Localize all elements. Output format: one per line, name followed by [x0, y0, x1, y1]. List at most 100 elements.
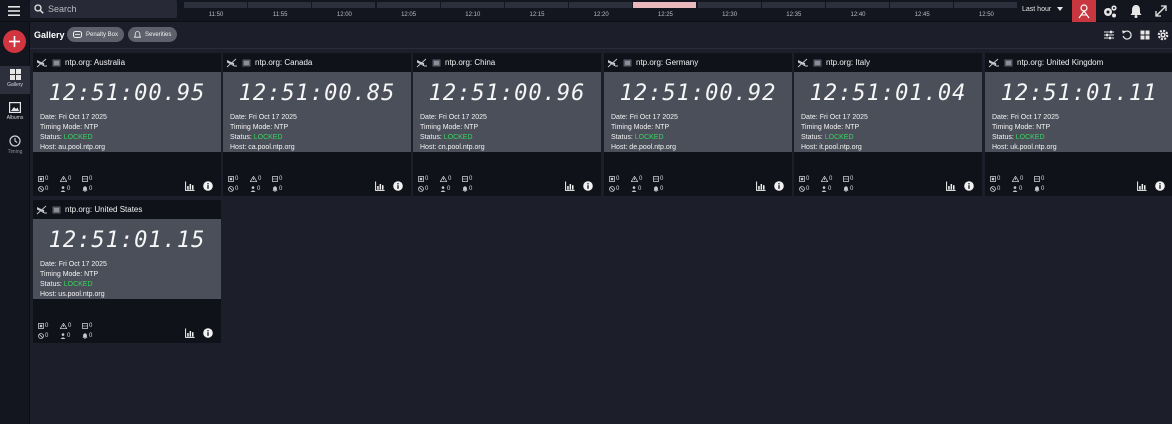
image-icon: [9, 102, 21, 113]
host-value: ca.pool.ntp.org: [248, 144, 295, 151]
sidebar-item-timing[interactable]: Timing: [0, 132, 30, 160]
chart-button[interactable]: [375, 181, 385, 191]
info-button[interactable]: [393, 181, 403, 191]
mode-value: NTP: [1036, 124, 1051, 131]
camera-info: Date: Fri Oct 17 2025 Timing Mode: NTP S…: [230, 113, 297, 153]
chart-button[interactable]: [565, 181, 575, 191]
info-button[interactable]: [203, 181, 213, 191]
stat-count: 0: [616, 186, 620, 192]
info-button[interactable]: [774, 181, 784, 191]
event-icon: [609, 176, 615, 182]
stat-warnings: 0: [1012, 176, 1023, 182]
bell-icon[interactable]: [1128, 3, 1144, 19]
expand-icon[interactable]: [1153, 3, 1169, 19]
info-icon: [583, 181, 593, 191]
clock-display: 12:51:01.04: [809, 81, 967, 106]
camera-card[interactable]: ntp.org: Germany 12:51:00.92 Date: Fri O…: [604, 53, 792, 196]
stat-count: 0: [469, 176, 473, 182]
stat-count: 0: [257, 186, 261, 192]
timeline-segment[interactable]: [633, 2, 697, 8]
camera-card[interactable]: ntp.org: United States 12:51:01.15 Date:…: [33, 200, 221, 343]
filter-sliders-icon[interactable]: [1103, 29, 1115, 41]
person-icon: [821, 186, 827, 192]
timeline-segment[interactable]: [826, 2, 889, 8]
plus-icon: [9, 36, 20, 47]
timeline-segment[interactable]: [890, 2, 954, 8]
chart-button[interactable]: [946, 181, 956, 191]
camera-card[interactable]: ntp.org: Canada 12:51:00.85 Date: Fri Oc…: [223, 53, 411, 196]
timeline-segment[interactable]: [505, 2, 568, 8]
clock-display: 12:51:00.96: [428, 81, 586, 106]
timeline-segment[interactable]: [954, 2, 1018, 8]
camera-thumbnail[interactable]: 12:51:01.15 Date: Fri Oct 17 2025 Timing…: [33, 219, 221, 299]
search-box[interactable]: [30, 0, 177, 18]
sidebar-item-albums[interactable]: Albums: [0, 99, 30, 127]
stat-count: 0: [89, 333, 93, 339]
grid-view-icon[interactable]: [1139, 29, 1151, 41]
info-button[interactable]: [964, 181, 974, 191]
stat-count: 0: [235, 186, 239, 192]
timeline-segment[interactable]: [440, 2, 504, 8]
time-range-label: Last hour: [1022, 5, 1052, 13]
camera-card[interactable]: ntp.org: China 12:51:00.96 Date: Fri Oct…: [413, 53, 601, 196]
cam-status-icon: [813, 59, 822, 67]
camera-info: Date: Fri Oct 17 2025 Timing Mode: NTP S…: [801, 113, 868, 153]
timeline[interactable]: 11:50 11:55 12:00 12:05 12:10 12:15 12:20 12:25…: [184, 2, 1018, 20]
search-input[interactable]: [48, 4, 168, 14]
stat-count: 0: [45, 186, 49, 192]
camera-card[interactable]: ntp.org: Australia 12:51:00.95 Date: Fri…: [33, 53, 221, 196]
settings-gears-icon[interactable]: [1102, 3, 1118, 19]
user-profile-button[interactable]: [1072, 0, 1096, 22]
stat-warnings: 0: [631, 176, 642, 182]
stat-warnings: 0: [821, 176, 832, 182]
chart-button[interactable]: [185, 328, 195, 338]
timeline-segment[interactable]: [184, 2, 247, 8]
cam-status-icon: [623, 59, 632, 67]
info-button[interactable]: [583, 181, 593, 191]
cam-status-icon: [52, 206, 61, 214]
camera-thumbnail[interactable]: 12:51:01.04 Date: Fri Oct 17 2025 Timing…: [794, 72, 982, 152]
camera-thumbnail[interactable]: 12:51:00.85 Date: Fri Oct 17 2025 Timing…: [223, 72, 411, 152]
info-button[interactable]: [203, 328, 213, 338]
timeline-segment[interactable]: [569, 2, 633, 8]
stat-count: 0: [279, 186, 283, 192]
gear-icon[interactable]: [1157, 29, 1169, 41]
status-value: LOCKED: [63, 134, 93, 141]
chart-button[interactable]: [756, 181, 766, 191]
chip-label: Penalty Box: [86, 31, 119, 38]
sidebar-item-gallery[interactable]: Gallery: [0, 66, 30, 94]
stat-events: 0: [609, 176, 619, 182]
camera-thumbnail[interactable]: 12:51:00.95 Date: Fri Oct 17 2025 Timing…: [33, 72, 221, 152]
add-button[interactable]: [3, 30, 26, 53]
card-header: ntp.org: Germany: [604, 53, 792, 72]
cam-status-icon: [52, 59, 61, 67]
chart-button[interactable]: [185, 181, 195, 191]
timeline-segment[interactable]: [376, 2, 440, 8]
bell-icon: [134, 30, 141, 39]
timeline-segment[interactable]: [312, 2, 376, 8]
stat-count: 0: [616, 176, 620, 182]
timeline-tick-label: 12:30: [722, 12, 738, 18]
penalty-box-chip[interactable]: Penalty Box: [67, 27, 125, 42]
info-button[interactable]: [1155, 181, 1165, 191]
chevron-down-icon: [1057, 7, 1064, 11]
chart-button[interactable]: [1137, 181, 1147, 191]
camera-title: ntp.org: Canada: [255, 58, 313, 67]
camera-card[interactable]: ntp.org: United Kingdom 12:51:01.11 Date…: [985, 53, 1172, 196]
stat-blocked: 0: [228, 186, 238, 192]
severities-chip[interactable]: Severities: [128, 27, 178, 42]
camera-card[interactable]: ntp.org: Italy 12:51:01.04 Date: Fri Oct…: [794, 53, 982, 196]
camera-title: ntp.org: United Kingdom: [1017, 58, 1104, 67]
stat-count: 0: [850, 186, 854, 192]
hamburger-menu-icon[interactable]: [6, 3, 22, 19]
timeline-segment[interactable]: [697, 2, 761, 8]
camera-thumbnail[interactable]: 12:51:00.96 Date: Fri Oct 17 2025 Timing…: [413, 72, 601, 152]
camera-thumbnail[interactable]: 12:51:00.92 Date: Fri Oct 17 2025 Timing…: [604, 72, 792, 152]
refresh-icon[interactable]: [1121, 29, 1133, 41]
clock-display: 12:51:01.15: [48, 228, 206, 253]
camera-thumbnail[interactable]: 12:51:01.11 Date: Fri Oct 17 2025 Timing…: [985, 72, 1172, 152]
timeline-segment[interactable]: [761, 2, 825, 8]
sidebar-item-label: Albums: [6, 115, 24, 121]
time-range-select[interactable]: Last hour: [1022, 3, 1064, 15]
timeline-segment[interactable]: [248, 2, 312, 8]
